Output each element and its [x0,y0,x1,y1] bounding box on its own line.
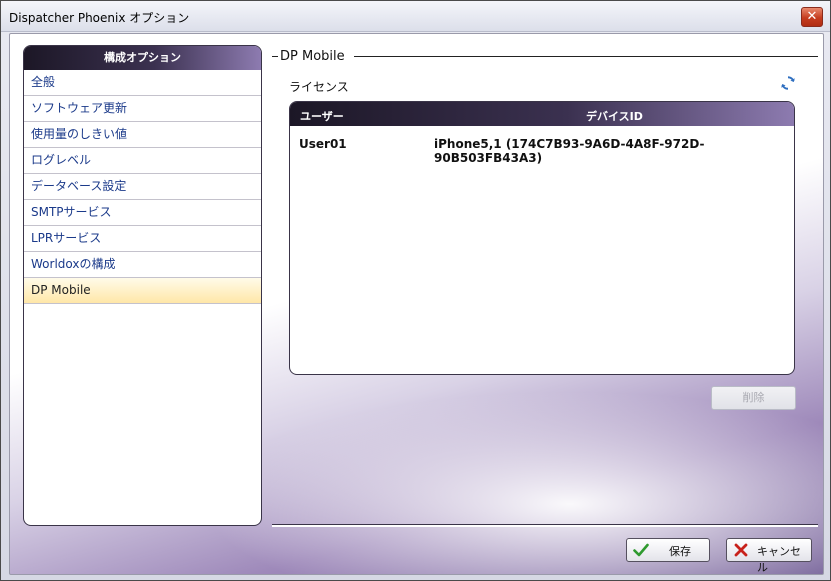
save-label: 保存 [669,545,691,558]
section-divider-left [272,56,278,57]
sidebar-header: 構成オプション [24,46,261,70]
cell-device-id: iPhone5,1 (174C7B93-9A6D-4A8F-972D-90B50… [434,137,705,165]
save-button[interactable]: 保存 [626,538,710,562]
sidebar-item-lpr[interactable]: LPRサービス [24,226,261,252]
sidebar-item-general[interactable]: 全般 [24,70,261,96]
sidebar-item-usage-threshold[interactable]: 使用量のしきい値 [24,122,261,148]
cancel-label: キャンセル [757,545,801,574]
close-icon: ✕ [806,9,818,24]
sidebar-item-log-level[interactable]: ログレベル [24,148,261,174]
cell-user: User01 [299,137,347,151]
title-bar: Dispatcher Phoenix オプション ✕ [1,1,830,32]
window-title: Dispatcher Phoenix オプション [9,11,190,25]
sidebar-item-worldox[interactable]: Worldoxの構成 [24,252,261,278]
sidebar: 構成オプション 全般 ソフトウェア更新 使用量のしきい値 ログレベル データベー… [23,45,262,526]
section-divider [354,56,818,57]
table-header: ユーザー デバイスID [290,102,794,126]
section-title: DP Mobile [280,49,345,64]
footer-divider [272,524,818,527]
cross-icon [734,543,748,557]
options-dialog: Dispatcher Phoenix オプション ✕ 構成オプション 全般 ソフ… [0,0,831,581]
cancel-button[interactable]: キャンセル [726,538,812,574]
column-header-user[interactable]: ユーザー [300,108,344,124]
sidebar-item-smtp[interactable]: SMTPサービス [24,200,261,226]
delete-button[interactable]: 削除 [711,386,796,410]
sidebar-item-dp-mobile[interactable]: DP Mobile [24,278,261,304]
license-label: ライセンス [289,80,349,94]
close-button[interactable]: ✕ [801,7,823,27]
sidebar-item-software-update[interactable]: ソフトウェア更新 [24,96,261,122]
checkmark-icon [633,543,649,557]
column-header-device-id[interactable]: デバイスID [586,108,643,124]
dialog-content: 構成オプション 全般 ソフトウェア更新 使用量のしきい値 ログレベル データベー… [9,33,824,575]
license-table: ユーザー デバイスID User01 iPhone5,1 (174C7B93-9… [289,101,795,375]
sidebar-item-database[interactable]: データベース設定 [24,174,261,200]
refresh-icon[interactable] [780,75,796,91]
table-row[interactable]: User01 iPhone5,1 (174C7B93-9A6D-4A8F-972… [290,126,794,165]
